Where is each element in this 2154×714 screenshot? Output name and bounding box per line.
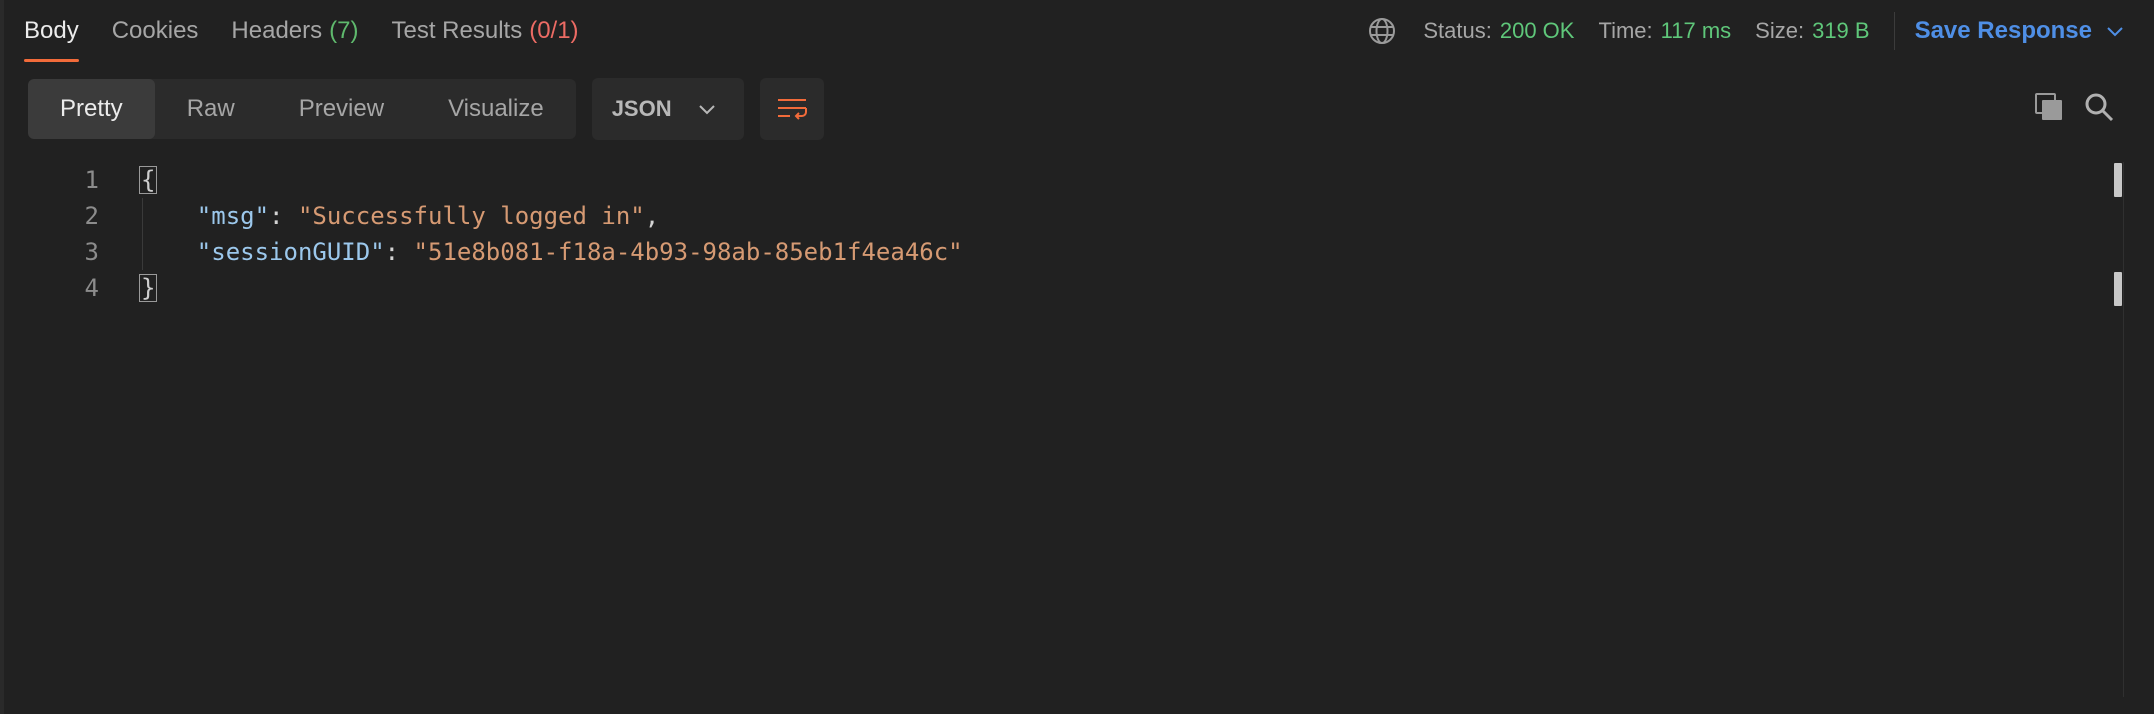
wrap-lines-button[interactable]: [759, 78, 824, 140]
wrap-lines-icon: [777, 99, 807, 120]
view-mode-visualize[interactable]: Visualize: [416, 79, 576, 139]
globe-icon[interactable]: [1367, 16, 1397, 46]
line-content: }: [139, 274, 158, 302]
time-label: Time:: [1598, 18, 1653, 43]
chevron-down-icon: [698, 105, 715, 115]
format-dropdown[interactable]: JSON: [591, 78, 744, 140]
time-value[interactable]: 117 ms: [1661, 18, 1732, 44]
code-line: 4 }: [4, 270, 2104, 306]
view-mode-pretty[interactable]: Pretty: [28, 79, 155, 139]
tab-test-results-label: Test Results: [391, 17, 523, 44]
response-tab-bar: Body Cookies Headers (7) Test Results (0…: [4, 0, 2154, 62]
line-content: "sessionGUID": "51e8b081-f18a-4b93-98ab-…: [196, 238, 963, 266]
response-panel: Body Cookies Headers (7) Test Results (0…: [0, 0, 2154, 714]
size-value[interactable]: 319 B: [1812, 18, 1870, 44]
test-results-count-badge: (0/1): [529, 17, 579, 44]
line-content: {: [139, 166, 158, 194]
response-body-editor[interactable]: 1 { 2 "msg": "Successfully logged in", 3…: [4, 162, 2104, 306]
response-status-area: Status: 200 OK Time: 117 ms Size: 319 B …: [1367, 0, 2154, 62]
line-number: 3: [84, 238, 99, 266]
line-number: 1: [84, 166, 99, 194]
body-actions: [2014, 92, 2114, 122]
status-label: Status:: [1423, 18, 1492, 43]
status-divider: [1893, 12, 1895, 50]
view-mode-raw[interactable]: Raw: [155, 79, 267, 139]
json-value-msg: "Successfully logged in": [297, 202, 645, 230]
indent-guide: [142, 198, 143, 234]
tab-cookies[interactable]: Cookies: [112, 0, 199, 62]
tab-cookies-label: Cookies: [111, 17, 199, 44]
code-line: 3 "sessionGUID": "51e8b081-f18a-4b93-98a…: [4, 234, 2104, 270]
status-value[interactable]: 200 OK: [1500, 18, 1575, 44]
line-number: 4: [84, 274, 99, 302]
view-mode-preview[interactable]: Preview: [267, 79, 416, 139]
editor-scrollbar[interactable]: [2123, 162, 2124, 697]
scrollbar-marker-top[interactable]: [2114, 163, 2122, 197]
code-line: 2 "msg": "Successfully logged in",: [4, 198, 2104, 234]
code-line: 1 {: [4, 162, 2104, 198]
open-brace: {: [139, 166, 158, 194]
line-number: 2: [84, 202, 99, 230]
save-response-label: Save Response: [1914, 17, 2092, 44]
json-key-msg: "msg": [196, 202, 270, 230]
save-response-button[interactable]: Save Response: [1915, 17, 2124, 45]
tab-headers[interactable]: Headers (7): [231, 0, 358, 62]
tab-test-results[interactable]: Test Results (0/1): [391, 0, 578, 62]
scrollbar-marker-bottom[interactable]: [2114, 272, 2122, 306]
view-mode-selector: Pretty Raw Preview Visualize: [28, 79, 576, 139]
chevron-down-icon: [2107, 27, 2123, 37]
headers-count-badge: (7): [329, 17, 359, 44]
json-value-session-guid: "51e8b081-f18a-4b93-98ab-85eb1f4ea46c": [413, 238, 963, 266]
body-toolbar: Pretty Raw Preview Visualize JSON: [28, 78, 824, 140]
tab-body[interactable]: Body: [24, 0, 79, 62]
copy-icon[interactable]: [2034, 92, 2064, 122]
close-brace: }: [139, 274, 158, 302]
tab-body-label: Body: [24, 17, 79, 44]
json-key-session-guid: "sessionGUID": [196, 238, 385, 266]
line-content: "msg": "Successfully logged in",: [196, 202, 660, 230]
size-label: Size:: [1755, 18, 1805, 43]
search-icon[interactable]: [2084, 92, 2114, 122]
response-tabs: Body Cookies Headers (7) Test Results (0…: [24, 0, 612, 62]
tab-headers-label: Headers: [231, 17, 323, 44]
indent-guide: [142, 234, 143, 270]
format-dropdown-value: JSON: [611, 96, 672, 121]
